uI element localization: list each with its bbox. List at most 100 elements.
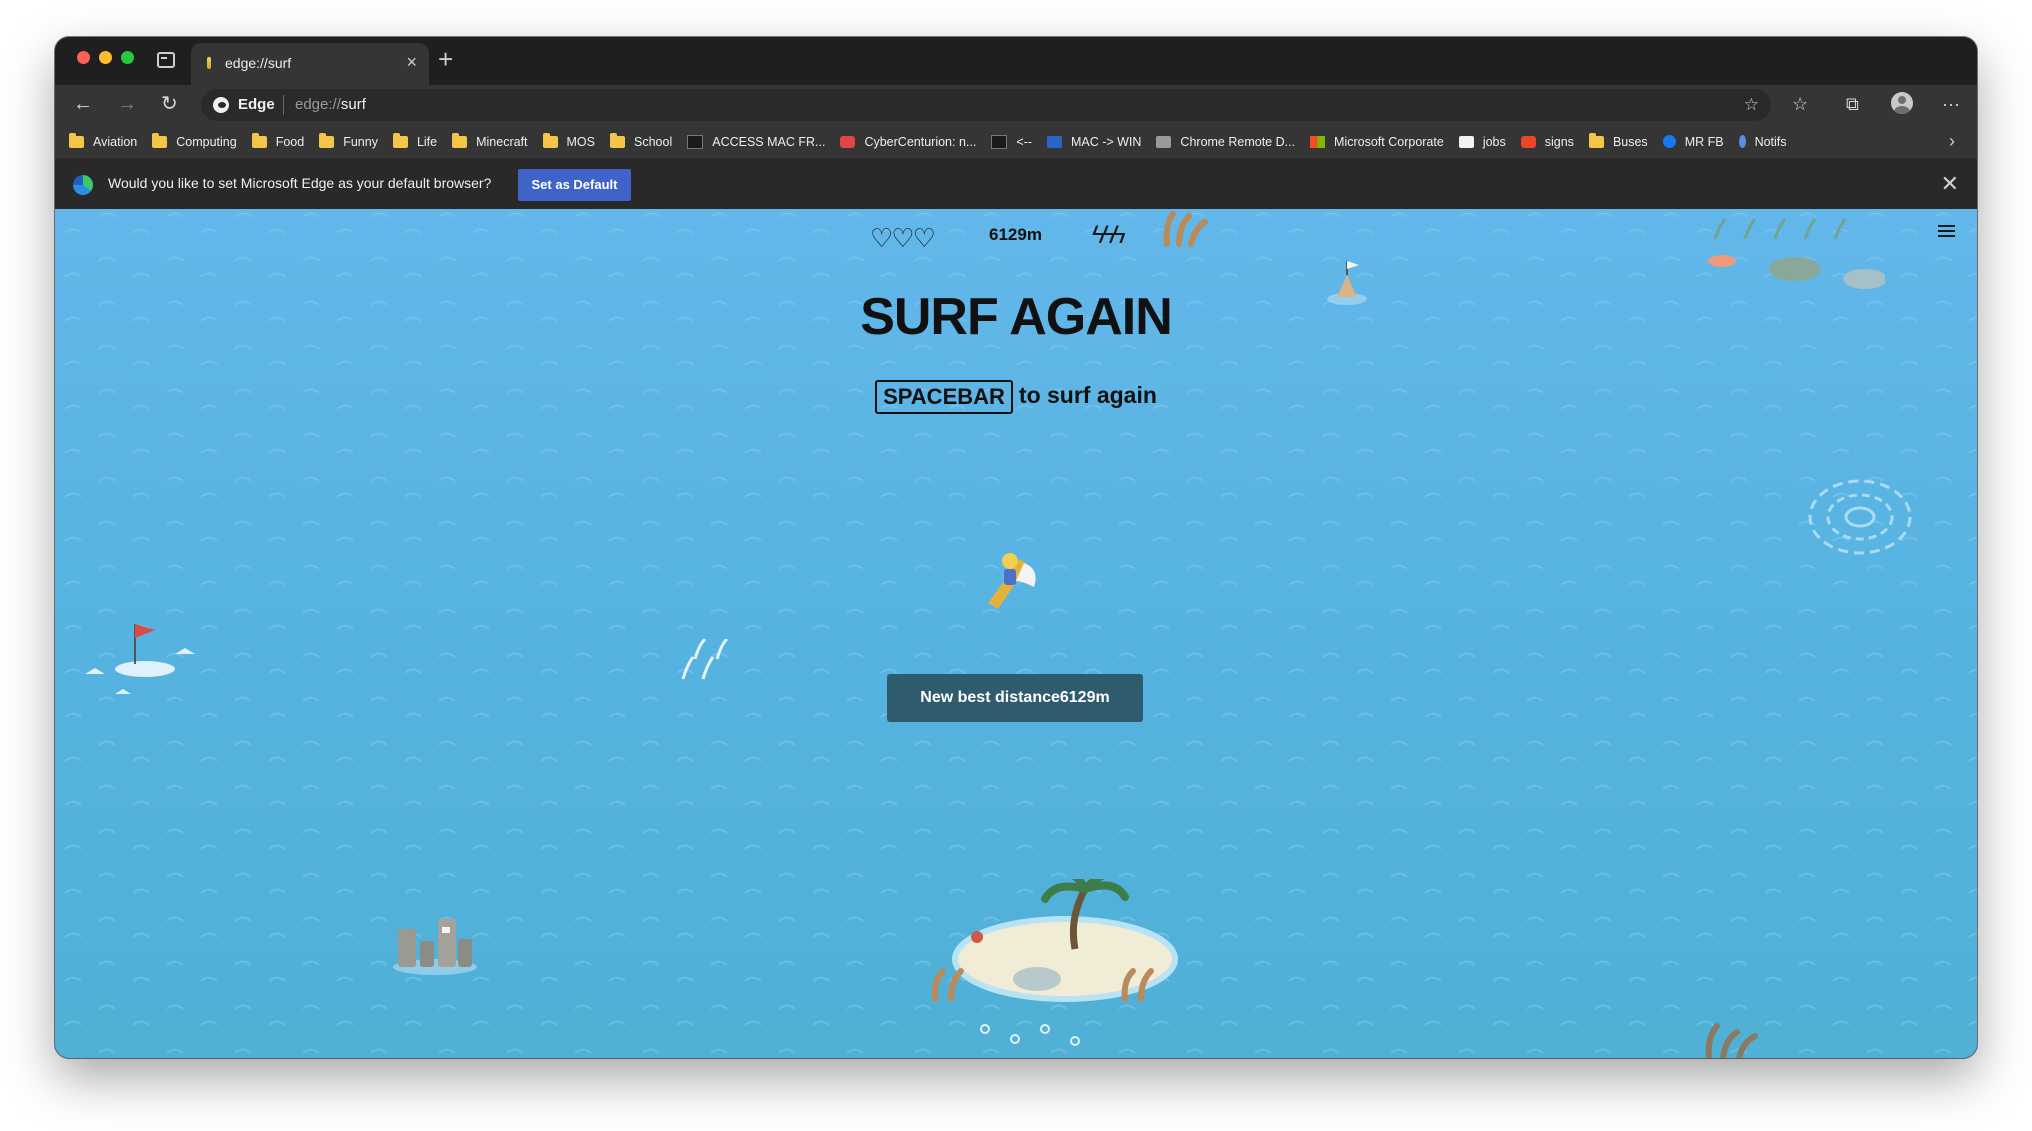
bookmark-item[interactable]: CyberCenturion: n...	[840, 135, 976, 149]
bookmark-label: jobs	[1482, 134, 1506, 149]
navigation-toolbar: ← → ↻ Edge edge://surf ☆ ☆ ⧉ ···	[55, 85, 1977, 125]
maximize-window-button[interactable]	[121, 51, 134, 64]
fb-icon	[1662, 135, 1676, 148]
surf-game-canvas[interactable]: ♡♡♡ 6129m ϟϟϟ SURF AGAIN SPACEBAR to sur…	[55, 209, 1977, 1058]
folder-icon	[610, 132, 625, 148]
surfer-player-icon	[988, 553, 1036, 609]
spacebar-key: SPACEBAR	[875, 380, 1013, 414]
kelp-rocks-sprite-icon	[1708, 218, 1885, 289]
bookmark-item[interactable]: School	[610, 132, 673, 149]
bookmark-item[interactable]: MAC -> WIN	[1046, 135, 1141, 149]
bookmark-item[interactable]: Life	[392, 132, 438, 149]
back-button[interactable]: ←	[73, 91, 93, 117]
bookmark-item[interactable]: Notifs	[1738, 134, 1787, 149]
tab-actions-icon[interactable]	[157, 52, 175, 68]
bookmark-item[interactable]: Microsoft Corporate	[1310, 135, 1444, 149]
bookmark-label: MR FB	[1684, 134, 1724, 149]
bookmark-label: Life	[416, 134, 438, 149]
restart-instruction: SPACEBAR to surf again	[55, 380, 1977, 414]
add-favorite-icon[interactable]: ☆	[1744, 95, 1759, 115]
tab-title: edge://surf	[225, 55, 292, 71]
tab-close-button[interactable]: ×	[406, 52, 417, 72]
folder-icon	[69, 132, 84, 148]
address-url[interactable]: edge://surf	[295, 96, 366, 113]
more-menu-icon[interactable]: ···	[1942, 93, 1960, 115]
bookmark-item[interactable]: Chrome Remote D...	[1156, 135, 1295, 149]
forward-button[interactable]: →	[117, 91, 137, 117]
ms-icon	[1310, 135, 1326, 148]
bookmark-item[interactable]: ACCESS MAC FR...	[687, 134, 826, 149]
distance-counter: 6129m	[989, 225, 1042, 244]
bookmark-label: <--	[1016, 134, 1032, 149]
window-controls	[77, 51, 134, 64]
folder-icon	[1588, 132, 1604, 148]
edge-logo-icon	[213, 97, 229, 113]
bookmark-item[interactable]: Funny	[319, 132, 378, 149]
notif-icon	[1738, 135, 1746, 148]
browser-window: edge://surf × + ← → ↻ Edge edge://surf ☆…	[55, 37, 1977, 1058]
palm-island-sprite-icon	[931, 879, 1178, 1046]
bookmark-item[interactable]: MR FB	[1662, 134, 1724, 149]
reload-button[interactable]: ↻	[161, 91, 178, 117]
whirlpool-sprite-icon	[1808, 479, 1912, 555]
bookmark-item[interactable]: <--	[991, 134, 1032, 149]
bookmark-label: MOS	[566, 134, 595, 149]
jobs-icon	[1458, 135, 1474, 148]
bookmark-item[interactable]: signs	[1520, 134, 1574, 149]
kelp-sprite-icon	[681, 639, 729, 680]
collections-icon[interactable]: ⧉	[1846, 93, 1859, 115]
close-window-button[interactable]	[77, 51, 90, 64]
bookmark-item[interactable]: Buses	[1588, 132, 1648, 149]
bookmark-item[interactable]: Food	[251, 132, 305, 149]
edge-logo-icon	[73, 175, 93, 195]
signs-icon	[1520, 135, 1536, 148]
new-tab-button[interactable]: +	[438, 45, 453, 73]
bookmark-label: ACCESS MAC FR...	[712, 134, 826, 149]
tab-bar: edge://surf × +	[55, 37, 1977, 85]
minimize-window-button[interactable]	[99, 51, 112, 64]
bookmark-label: Chrome Remote D...	[1180, 134, 1296, 149]
bookmark-item[interactable]: Minecraft	[452, 132, 528, 149]
set-as-default-button[interactable]: Set as Default	[518, 169, 631, 201]
red-icon	[840, 135, 856, 148]
folder-icon	[251, 132, 267, 148]
new-best-distance-button[interactable]: New best distance6129m	[887, 674, 1143, 722]
folder-icon	[152, 132, 168, 148]
bookmark-label: Minecraft	[476, 134, 528, 149]
bookmark-label: signs	[1544, 134, 1574, 149]
bookmarks-overflow-chevron-icon[interactable]: ›	[1949, 131, 1955, 152]
infobar-close-icon[interactable]: ✕	[1941, 171, 1959, 197]
m-icon	[1046, 135, 1062, 148]
tab-surf[interactable]: edge://surf ×	[191, 43, 429, 85]
address-brand-label: Edge	[238, 96, 275, 113]
bookmark-label: Funny	[343, 134, 378, 149]
folder-icon	[452, 132, 468, 148]
profile-avatar[interactable]	[1891, 92, 1913, 114]
folder-icon	[392, 132, 408, 148]
htg-icon	[687, 134, 704, 149]
bookmark-item[interactable]: jobs	[1458, 134, 1506, 149]
boost-bolts-icon: ϟϟϟ	[1092, 221, 1126, 249]
bookmark-label: Buses	[1612, 134, 1648, 149]
address-bar[interactable]: Edge edge://surf ☆	[201, 89, 1771, 121]
bookmark-item[interactable]: Aviation	[69, 132, 137, 149]
bookmark-label: Computing	[176, 134, 237, 149]
bookmark-item[interactable]: Computing	[152, 132, 237, 149]
favorites-icon[interactable]: ☆	[1792, 93, 1808, 115]
bookmark-item[interactable]: MOS	[542, 132, 595, 149]
flag-island-sprite-icon	[85, 624, 195, 694]
htg-icon	[991, 134, 1008, 149]
surf-favicon-icon	[207, 57, 211, 69]
remote-icon	[1156, 135, 1172, 148]
bookmark-label: Food	[275, 134, 305, 149]
coral-sprite-icon	[1163, 211, 1208, 247]
bookmark-label: Notifs	[1754, 134, 1787, 149]
bookmark-label: School	[634, 134, 673, 149]
bookmarks-bar: Aviation Computing Food Funny Life Minecraft M…	[55, 125, 1977, 159]
bookmark-label: CyberCenturion: n...	[864, 134, 977, 149]
game-menu-icon[interactable]	[1938, 225, 1955, 237]
lives-hearts-icon: ♡♡♡	[870, 223, 936, 253]
folder-icon	[319, 132, 335, 148]
game-over-title: SURF AGAIN	[860, 288, 1173, 346]
rocks-sprite-icon	[393, 919, 477, 975]
